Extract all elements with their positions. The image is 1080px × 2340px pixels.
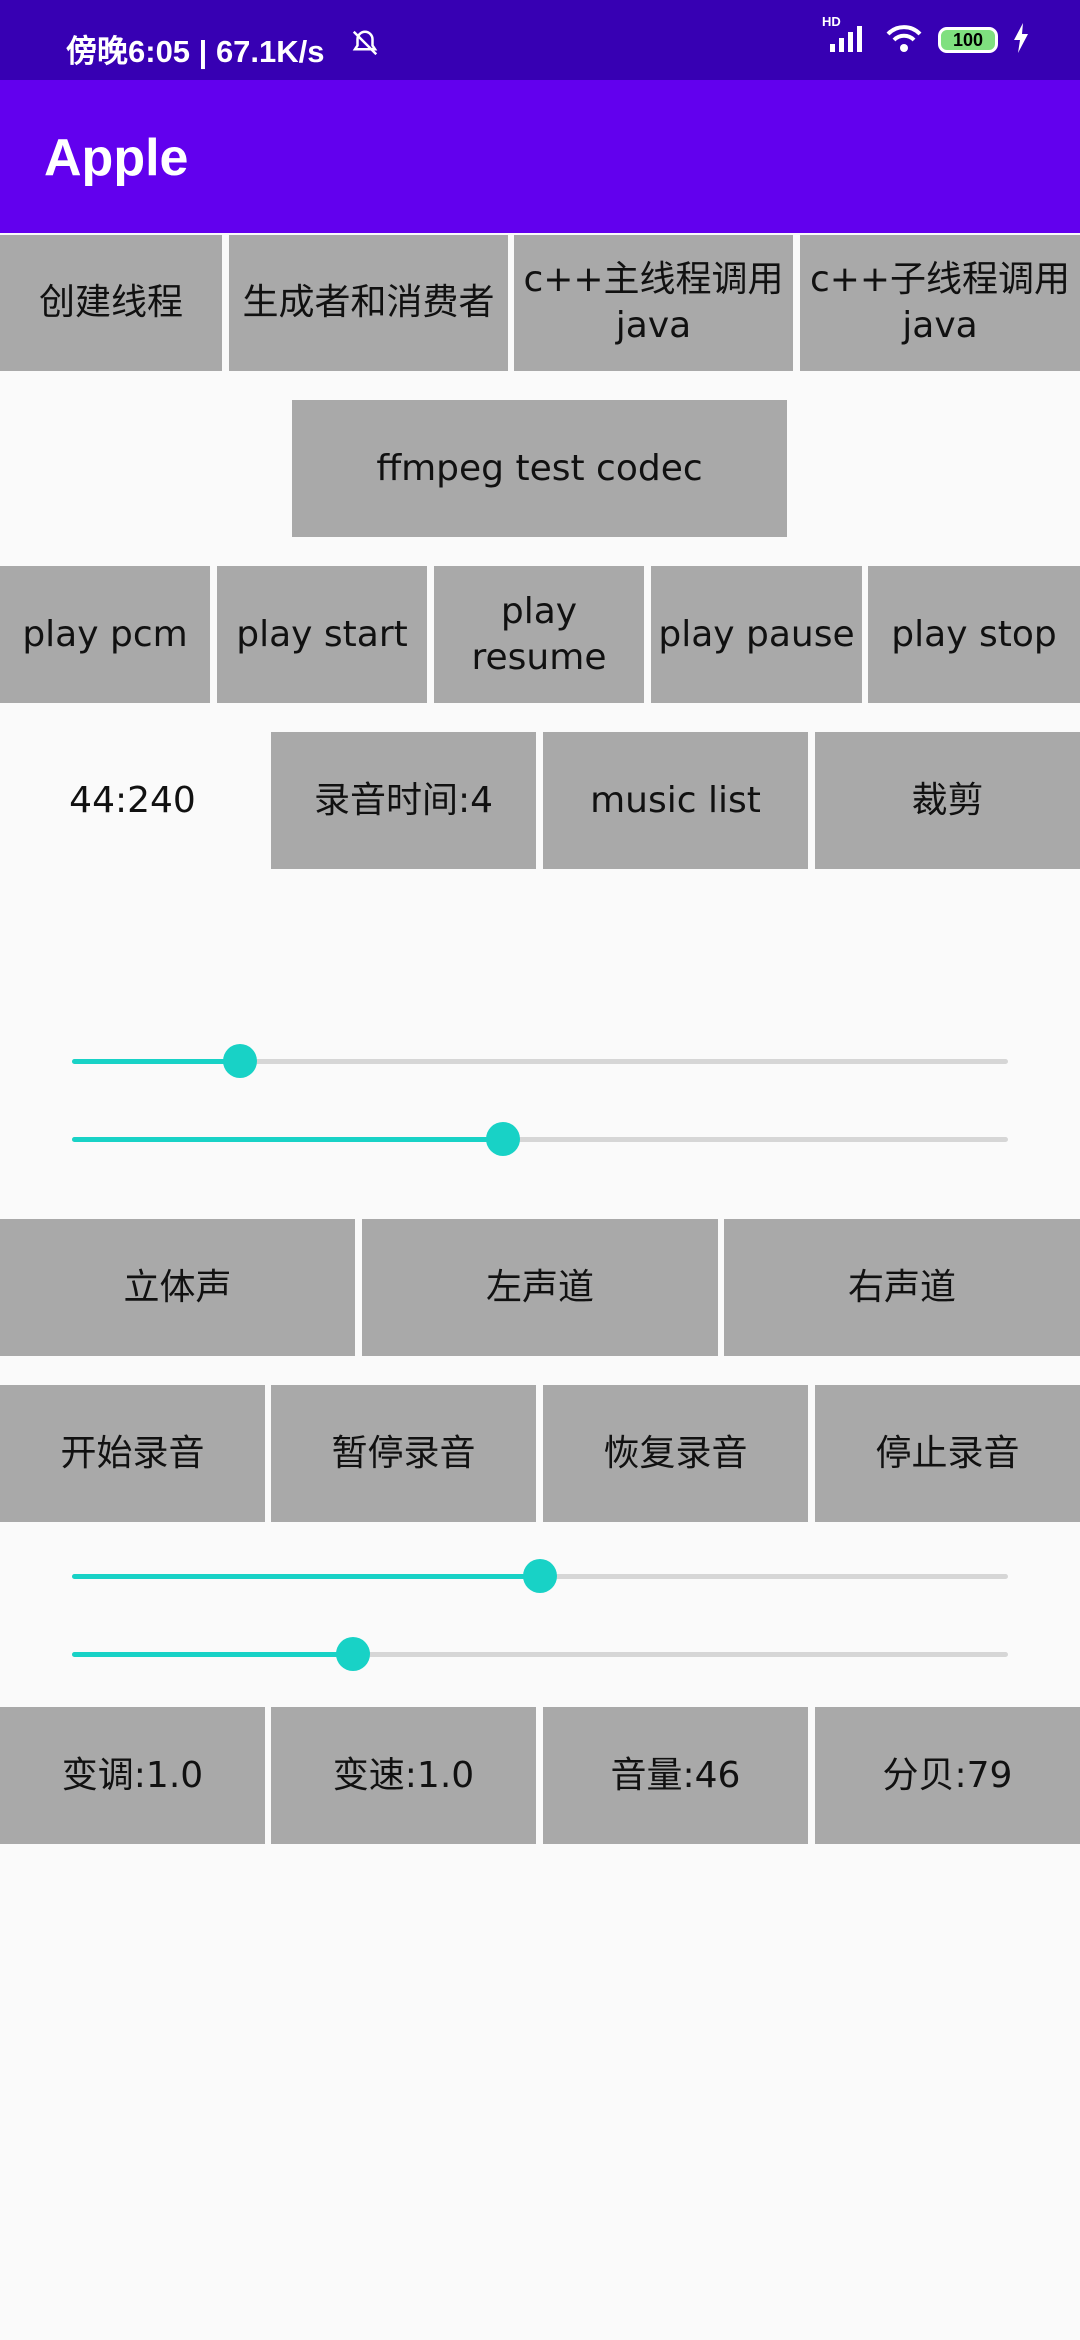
slider-fill [72,1137,503,1142]
crop-button[interactable]: 裁剪 [815,732,1080,869]
charging-icon [1012,23,1030,57]
bell-off-icon [350,28,380,62]
cpp-main-thread-call-java-button[interactable]: c++主线程调用java [514,235,793,371]
pitch-value-button[interactable]: 变调:1.0 [0,1707,265,1844]
stop-recording-button[interactable]: 停止录音 [815,1385,1080,1522]
record-time-button[interactable]: 录音时间:4 [271,732,536,869]
left-channel-button[interactable]: 左声道 [362,1219,718,1356]
wifi-icon [884,22,924,58]
stereo-button[interactable]: 立体声 [0,1219,355,1356]
start-recording-button[interactable]: 开始录音 [0,1385,265,1522]
play-resume-button[interactable]: play resume [434,566,644,703]
pause-recording-button[interactable]: 暂停录音 [271,1385,536,1522]
status-bar: 傍晚6:05 | 67.1K/s HD 100 [0,0,1080,80]
create-thread-button[interactable]: 创建线程 [0,235,222,371]
play-pcm-button[interactable]: play pcm [0,566,210,703]
producer-consumer-button[interactable]: 生成者和消费者 [229,235,508,371]
app-bar: Apple [0,80,1080,233]
pitch-slider[interactable] [72,1556,1008,1596]
app-title: Apple [44,129,189,187]
signal-icon: HD [822,14,870,58]
network-type-label: HD [822,14,841,29]
play-stop-button[interactable]: play stop [868,566,1080,703]
slider-thumb[interactable] [523,1559,557,1593]
slider-fill [72,1652,353,1657]
ffmpeg-test-codec-button[interactable]: ffmpeg test codec [292,400,787,537]
progress-slider-1[interactable] [72,1041,1008,1081]
battery-icon: 100 [938,27,998,53]
cpp-child-thread-call-java-button[interactable]: c++子线程调用java [800,235,1080,371]
speed-slider[interactable] [72,1634,1008,1674]
slider-fill [72,1574,540,1579]
play-pause-button[interactable]: play pause [651,566,862,703]
volume-value-button[interactable]: 音量:46 [543,1707,808,1844]
status-time-speed: 傍晚6:05 | 67.1K/s [66,34,325,69]
slider-fill [72,1059,241,1064]
slider-thumb[interactable] [485,1122,520,1156]
slider-thumb[interactable] [335,1637,370,1671]
time-value-label: 44:240 [69,780,196,821]
speed-value-button[interactable]: 变速:1.0 [271,1707,536,1844]
resume-recording-button[interactable]: 恢复录音 [543,1385,808,1522]
play-start-button[interactable]: play start [217,566,427,703]
decibel-value-button[interactable]: 分贝:79 [815,1707,1080,1844]
slider-thumb[interactable] [223,1044,258,1078]
progress-slider-2[interactable] [72,1119,1008,1159]
right-channel-button[interactable]: 右声道 [724,1219,1080,1356]
music-list-button[interactable]: music list [543,732,808,869]
